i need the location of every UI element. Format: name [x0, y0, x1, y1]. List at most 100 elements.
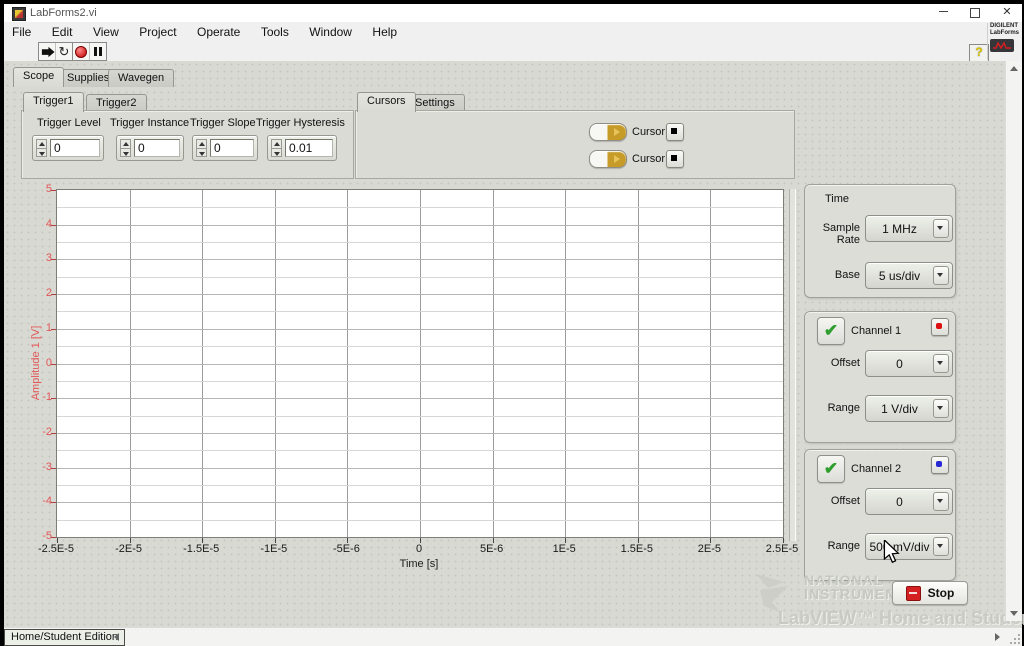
mouse-cursor	[883, 540, 900, 564]
gridline-horizontal	[57, 207, 783, 209]
trigger-hysteresis-spinner[interactable]	[271, 139, 282, 157]
decrement-icon[interactable]	[120, 147, 131, 157]
gridline-horizontal	[57, 502, 783, 504]
waveform-glyph	[993, 41, 1011, 50]
channel2-panel: ✔ Channel 2 Offset 0 Range 500 mV/div	[804, 449, 956, 581]
base-dropdown[interactable]: 5 us/div	[865, 262, 953, 289]
resize-grip[interactable]	[1007, 631, 1021, 645]
decrement-icon[interactable]	[196, 147, 207, 157]
channel1-offset-dropdown[interactable]: 0	[865, 350, 953, 377]
x-tick-label: 0	[415, 543, 423, 555]
scroll-right-icon[interactable]	[995, 633, 1000, 641]
increment-icon[interactable]	[271, 139, 282, 148]
run-button[interactable]	[39, 43, 56, 60]
grip-dot	[1010, 642, 1012, 644]
channel1-range-dropdown[interactable]: 1 V/div	[865, 395, 953, 422]
channel2-title: Channel 2	[851, 463, 902, 475]
chevron-down-icon[interactable]	[933, 354, 949, 373]
menu-help[interactable]: Help	[364, 22, 405, 39]
vertical-scrollbar[interactable]	[1005, 61, 1022, 621]
tab-wavegen[interactable]: Wavegen	[108, 69, 175, 87]
decrement-icon[interactable]	[36, 147, 47, 157]
cursor2-toggle[interactable]	[589, 150, 627, 168]
menu-file[interactable]: File	[4, 22, 39, 39]
context-help-button[interactable]: ?	[969, 44, 989, 62]
trigger-slope-input[interactable]: 0	[210, 139, 254, 157]
channel1-color-swatch	[936, 323, 942, 329]
digilent-brand: DIGILENT LabForms	[987, 23, 1020, 60]
trigger-level-spinner[interactable]	[36, 139, 47, 157]
abort-button[interactable]	[73, 43, 90, 60]
menu-view[interactable]: View	[85, 22, 127, 39]
x-tick-label: 2E-5	[697, 543, 722, 555]
trigger-instance-input[interactable]: 0	[134, 139, 180, 157]
chevron-down-icon[interactable]	[933, 399, 949, 418]
menu-bar: File Edit View Project Operate Tools Win…	[4, 22, 1022, 41]
y-tick-mark	[51, 190, 56, 191]
pause-icon-bar	[99, 47, 102, 56]
y-tick-label: 2	[45, 287, 52, 300]
gridline-horizontal	[57, 294, 783, 296]
increment-icon[interactable]	[36, 139, 47, 148]
gridline-horizontal	[57, 242, 783, 244]
channel2-color-button[interactable]	[931, 456, 949, 474]
increment-icon[interactable]	[196, 139, 207, 148]
channel1-offset-label: Offset	[830, 357, 860, 369]
trigger-level-input[interactable]: 0	[50, 139, 100, 157]
vi-icon-glyph	[15, 10, 23, 18]
brand-line-2: LabForms	[990, 30, 1020, 36]
trigger-instance-spinner[interactable]	[120, 139, 131, 157]
tab-scope[interactable]: Scope	[13, 67, 65, 87]
run-icon	[41, 46, 55, 57]
channel2-checkbox[interactable]: ✔	[817, 455, 845, 483]
chevron-down-icon[interactable]	[933, 219, 949, 238]
channel1-title: Channel 1	[851, 325, 902, 337]
increment-icon[interactable]	[120, 139, 131, 148]
chevron-down-icon[interactable]	[933, 266, 949, 285]
trigger-instance-label: Trigger Instance	[110, 117, 190, 129]
sample-rate-dropdown[interactable]: 1 MHz	[865, 215, 953, 242]
scroll-left-icon[interactable]	[114, 633, 119, 641]
channel2-range-dropdown[interactable]: 500 mV/div	[865, 533, 953, 560]
channel1-color-button[interactable]	[931, 318, 949, 336]
waveform-plot-area[interactable]	[51, 189, 784, 543]
maximize-button[interactable]	[960, 4, 990, 22]
y-tick-mark	[51, 259, 56, 261]
run-continuously-button[interactable]: ↻	[56, 43, 72, 60]
stop-button[interactable]: Stop	[892, 581, 968, 605]
trigger-hysteresis-input[interactable]: 0.01	[285, 139, 333, 157]
horizontal-scrollbar[interactable]: Home/Student Edition	[4, 627, 1022, 646]
channel1-checkbox[interactable]: ✔	[817, 317, 845, 345]
cursor2-color-button[interactable]	[666, 150, 684, 168]
toolbar: ↻ ? DIGILENT LabForms	[4, 23, 1022, 62]
chevron-down-icon[interactable]	[933, 537, 949, 556]
scroll-up-icon[interactable]	[1010, 66, 1018, 71]
menu-operate[interactable]: Operate	[189, 22, 248, 39]
cursor1-color-button[interactable]	[666, 123, 684, 141]
pause-button[interactable]	[90, 43, 106, 60]
trigger-instance-control: 0	[116, 135, 184, 161]
menu-project[interactable]: Project	[131, 22, 184, 39]
minimize-button[interactable]	[928, 4, 958, 22]
trigger-slope-spinner[interactable]	[196, 139, 207, 157]
grip-dot	[1018, 638, 1020, 640]
tab-cursors[interactable]: Cursors	[357, 92, 416, 112]
tab-trigger1[interactable]: Trigger1	[23, 92, 84, 112]
decrement-icon[interactable]	[271, 147, 282, 157]
cursor1-toggle[interactable]	[589, 123, 627, 141]
channel2-color-swatch	[936, 461, 942, 467]
gridline-horizontal	[57, 311, 783, 313]
base-value: 5 us/div	[878, 268, 921, 283]
cursor2-color-swatch	[671, 155, 677, 161]
menu-tools[interactable]: Tools	[253, 22, 297, 39]
scroll-down-icon[interactable]	[1010, 611, 1018, 616]
chevron-down-icon[interactable]	[933, 492, 949, 511]
y-tick-label: -1	[42, 391, 52, 404]
stop-icon	[905, 585, 921, 601]
gridline-horizontal	[57, 276, 783, 278]
menu-edit[interactable]: Edit	[44, 22, 81, 39]
menu-window[interactable]: Window	[301, 22, 360, 39]
close-button[interactable]: ✕	[992, 4, 1022, 22]
channel2-offset-dropdown[interactable]: 0	[865, 488, 953, 515]
gridline-horizontal	[57, 415, 783, 417]
